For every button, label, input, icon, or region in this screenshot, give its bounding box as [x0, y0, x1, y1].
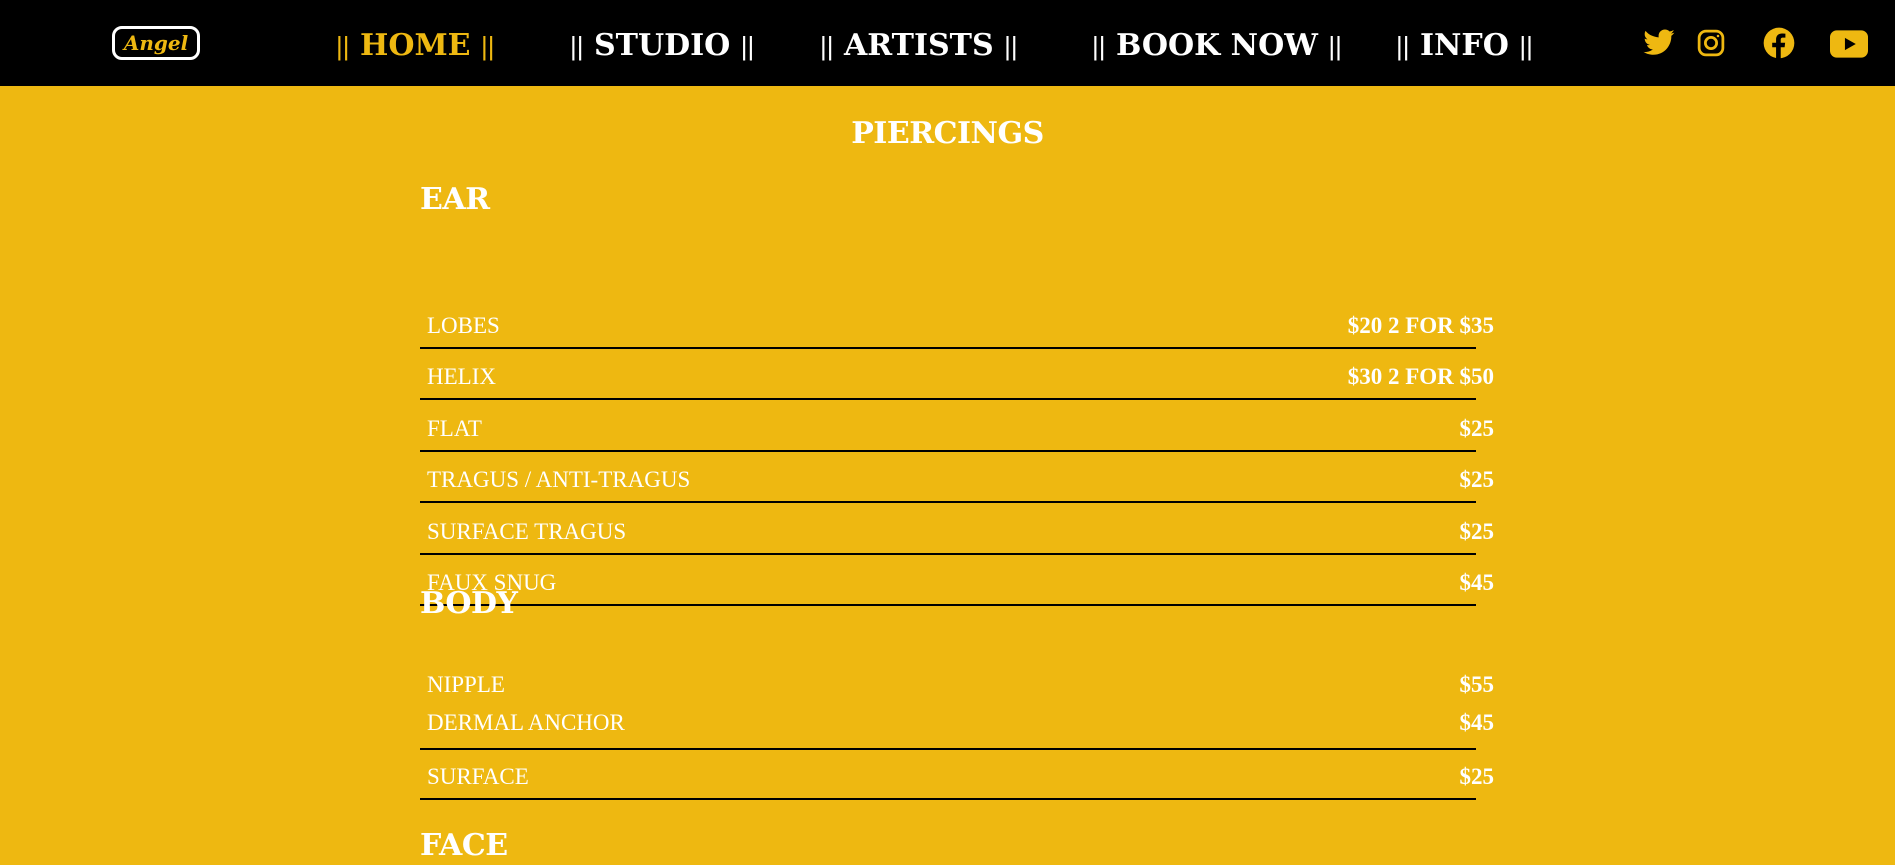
nav-divider: ||: [820, 31, 834, 61]
price-row-dermal-anchor: DERMAL ANCHOR $45: [420, 701, 1494, 750]
nav-studio[interactable]: || STUDIO ||: [570, 26, 754, 66]
page-title: PIERCINGS: [851, 116, 1044, 151]
nav-info-label: INFO: [1419, 28, 1509, 63]
row-divider: [420, 798, 1476, 800]
section-title-ear: EAR: [420, 182, 490, 217]
section-title-face: FACE: [420, 828, 508, 863]
price-row-tragus: TRAGUS / ANTI-TRAGUS $25: [420, 453, 1494, 503]
top-navbar: Angel || HOME || || STUDIO || || ARTISTS…: [0, 0, 1895, 86]
item-name: SURFACE: [427, 764, 529, 789]
row-divider: [420, 347, 1476, 349]
row-divider: [420, 398, 1476, 400]
nav-artists-label: ARTISTS: [843, 28, 994, 63]
item-price: $30 2 FOR $50: [1347, 364, 1494, 389]
youtube-icon[interactable]: [1830, 29, 1868, 59]
twitter-icon[interactable]: [1642, 26, 1676, 60]
item-price: $55: [1459, 672, 1495, 697]
item-price: $20 2 FOR $35: [1347, 313, 1494, 338]
row-divider: [420, 553, 1476, 555]
price-row-surface-tragus: SURFACE TRAGUS $25: [420, 505, 1494, 555]
nav-artists[interactable]: || ARTISTS ||: [820, 26, 1018, 66]
item-price: $25: [1459, 416, 1495, 441]
nav-book-now-label: BOOK NOW: [1115, 28, 1318, 63]
item-price: $25: [1459, 764, 1495, 789]
price-row-lobes: LOBES $20 2 FOR $35: [420, 299, 1494, 349]
item-price: $25: [1459, 519, 1495, 544]
item-name: DERMAL ANCHOR: [427, 710, 625, 735]
row-divider: [420, 604, 1476, 606]
item-name: LOBES: [427, 313, 500, 338]
item-name: TRAGUS / ANTI-TRAGUS: [427, 467, 691, 492]
nav-divider: ||: [1396, 31, 1410, 61]
row-divider: [420, 501, 1476, 503]
item-name: SURFACE TRAGUS: [427, 519, 627, 544]
item-price: $25: [1459, 467, 1495, 492]
nav-divider: ||: [336, 31, 350, 61]
price-row-faux-snug: FAUX SNUG $45: [420, 556, 1494, 606]
nav-divider: ||: [740, 31, 755, 61]
nav-divider: ||: [1092, 31, 1106, 61]
nav-divider: ||: [480, 31, 495, 61]
instagram-icon[interactable]: [1696, 28, 1726, 58]
item-name: NIPPLE: [427, 672, 505, 697]
nav-home-label: HOME: [359, 28, 471, 63]
price-row-surface: SURFACE $25: [420, 750, 1494, 800]
nav-divider: ||: [1519, 31, 1533, 61]
nav-book-now[interactable]: || BOOK NOW ||: [1092, 26, 1342, 66]
nav-divider: ||: [1328, 31, 1342, 61]
item-name: FLAT: [427, 416, 482, 441]
nav-studio-label: STUDIO: [593, 28, 731, 63]
nav-divider: ||: [570, 31, 584, 61]
item-price: $45: [1459, 570, 1495, 595]
item-price: $45: [1459, 710, 1495, 735]
price-row-helix: HELIX $30 2 FOR $50: [420, 350, 1494, 400]
nav-home[interactable]: || HOME ||: [336, 26, 495, 66]
price-row-flat: FLAT $25: [420, 402, 1494, 452]
nav-info[interactable]: || INFO ||: [1396, 26, 1533, 66]
nav-divider: ||: [1004, 31, 1018, 61]
logo[interactable]: Angel: [112, 26, 200, 60]
price-row-nipple: NIPPLE $55: [420, 663, 1494, 703]
facebook-icon[interactable]: [1763, 27, 1795, 59]
section-title-body: BODY: [420, 586, 518, 621]
row-divider: [420, 450, 1476, 452]
item-name: HELIX: [427, 364, 496, 389]
